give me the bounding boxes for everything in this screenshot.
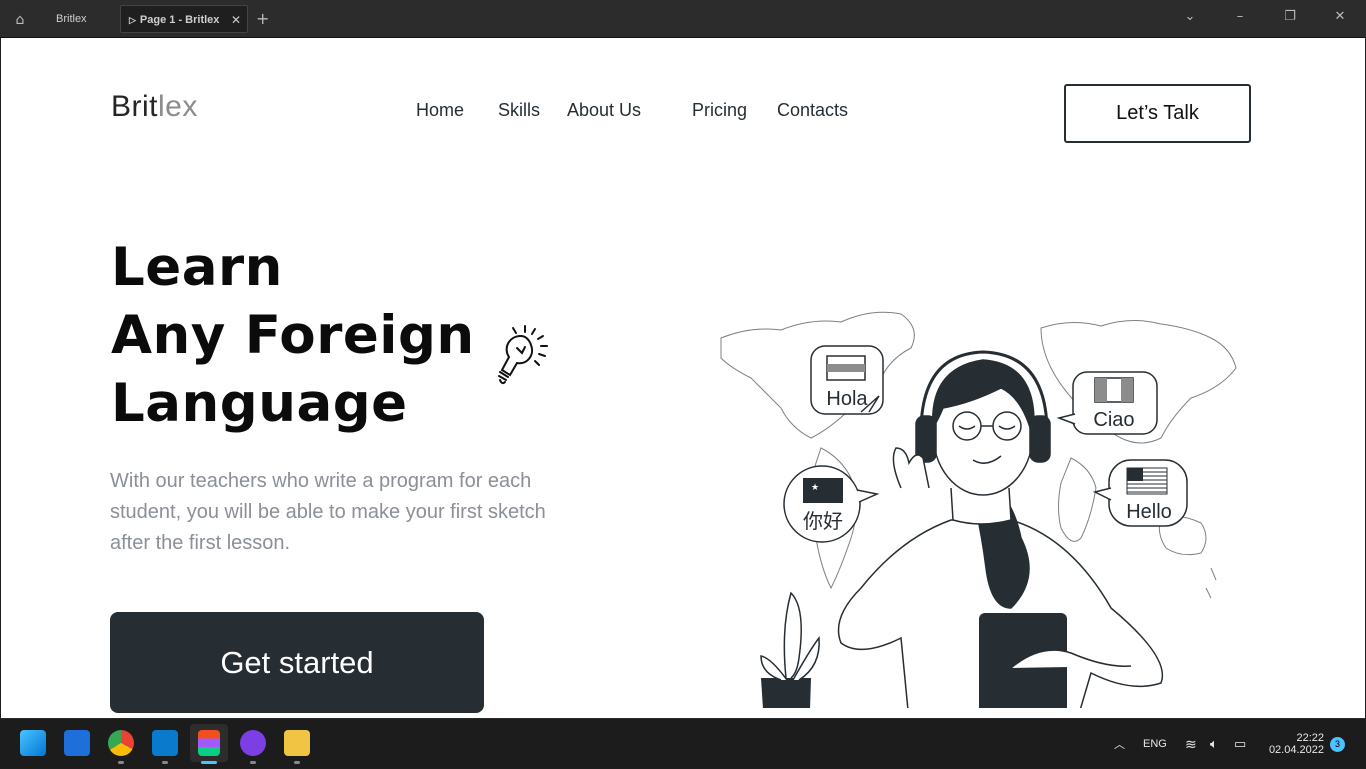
home-icon[interactable]: ⌂ xyxy=(10,10,30,30)
chevron-up-icon[interactable]: ︿ xyxy=(1114,719,1125,769)
lets-talk-button[interactable]: Let’s Talk xyxy=(1064,84,1251,143)
lightbulb-icon xyxy=(498,325,548,385)
tab-page[interactable]: ▷ Page 1 - Britlex ✕ xyxy=(120,5,248,33)
chevron-down-icon[interactable]: ⌄ xyxy=(1180,9,1200,24)
nav-about-us[interactable]: About Us xyxy=(567,100,641,121)
widgets-icon[interactable] xyxy=(64,730,90,756)
landing-page: Britlex Home Skills About Us Pricing Con… xyxy=(1,38,1365,718)
clock-date: 02.04.2022 xyxy=(1268,744,1324,756)
chrome-running-indicator xyxy=(118,761,124,764)
restore-icon[interactable]: ❐ xyxy=(1280,9,1300,24)
notification-badge[interactable]: 3 xyxy=(1330,719,1345,769)
vscode-running-indicator xyxy=(162,761,168,764)
bubble-ciao-text: Ciao xyxy=(1093,409,1134,431)
figma-icon[interactable] xyxy=(198,730,220,756)
taskbar: ︿ ENG ≋ 🔈︎ ▭ 22:22 02.04.2022 3 xyxy=(0,718,1366,768)
figma-titlebar: ⌂ Britlex ▷ Page 1 - Britlex ✕ + ⌄ – ❐ ✕ xyxy=(0,0,1366,38)
get-started-button[interactable]: Get started xyxy=(110,612,484,713)
nav-pricing[interactable]: Pricing xyxy=(692,100,747,121)
windows-start-icon[interactable] xyxy=(20,730,46,756)
bubble-hello: Hello xyxy=(1092,459,1188,527)
figma-active-indicator xyxy=(201,761,217,764)
clock[interactable]: 22:22 02.04.2022 xyxy=(1262,719,1324,769)
tab-file[interactable]: Britlex xyxy=(42,5,112,33)
explorer-running-indicator xyxy=(294,761,300,764)
hero-illustration: Hola Ciao ★ 你好 Hello xyxy=(720,311,1237,708)
bubble-ciao: Ciao xyxy=(1056,371,1158,435)
new-tab-icon[interactable]: + xyxy=(256,9,269,28)
github-running-indicator xyxy=(250,761,256,764)
battery-icon[interactable]: ▭ xyxy=(1234,719,1246,769)
bubble-hola: Hola xyxy=(810,345,884,415)
close-window-icon[interactable]: ✕ xyxy=(1330,9,1350,24)
wifi-icon[interactable]: ≋ xyxy=(1185,719,1197,769)
hero-title: Learn Any Foreign Language xyxy=(111,234,475,438)
tab-file-label: Britlex xyxy=(56,13,87,25)
language-indicator[interactable]: ENG xyxy=(1143,719,1167,769)
close-tab-icon[interactable]: ✕ xyxy=(231,6,241,34)
volume-icon[interactable]: 🔈︎ xyxy=(1210,719,1218,769)
logo-main: Brit xyxy=(111,90,158,123)
bubble-hello-text: Hello xyxy=(1126,501,1172,523)
nav-skills[interactable]: Skills xyxy=(498,100,540,121)
bubble-chinese-text: 你好 xyxy=(803,510,843,533)
tab-page-label: Page 1 - Britlex xyxy=(139,14,220,26)
clock-time: 22:22 xyxy=(1296,732,1324,744)
github-desktop-icon[interactable] xyxy=(240,730,266,756)
minimize-icon[interactable]: – xyxy=(1230,9,1250,24)
nav-contacts[interactable]: Contacts xyxy=(777,100,848,121)
logo[interactable]: Britlex xyxy=(111,90,198,124)
hero-line: Any Foreign xyxy=(111,305,475,366)
logo-accent: lex xyxy=(158,90,198,123)
vscode-icon[interactable] xyxy=(152,730,178,756)
hero-line: Language xyxy=(111,373,408,434)
plant-pot xyxy=(760,591,820,708)
svg-text:★: ★ xyxy=(811,483,819,493)
notification-count: 3 xyxy=(1330,736,1345,752)
bubble-hola-text: Hola xyxy=(826,388,868,410)
hero-description: With our teachers who write a program fo… xyxy=(110,470,546,554)
hero-line: Learn xyxy=(111,237,283,298)
chrome-icon[interactable] xyxy=(108,730,134,756)
nav-home[interactable]: Home xyxy=(416,100,464,121)
play-icon: ▷ xyxy=(129,15,136,25)
file-explorer-icon[interactable] xyxy=(284,730,310,756)
bubble-chinese: ★ 你好 xyxy=(783,465,880,543)
